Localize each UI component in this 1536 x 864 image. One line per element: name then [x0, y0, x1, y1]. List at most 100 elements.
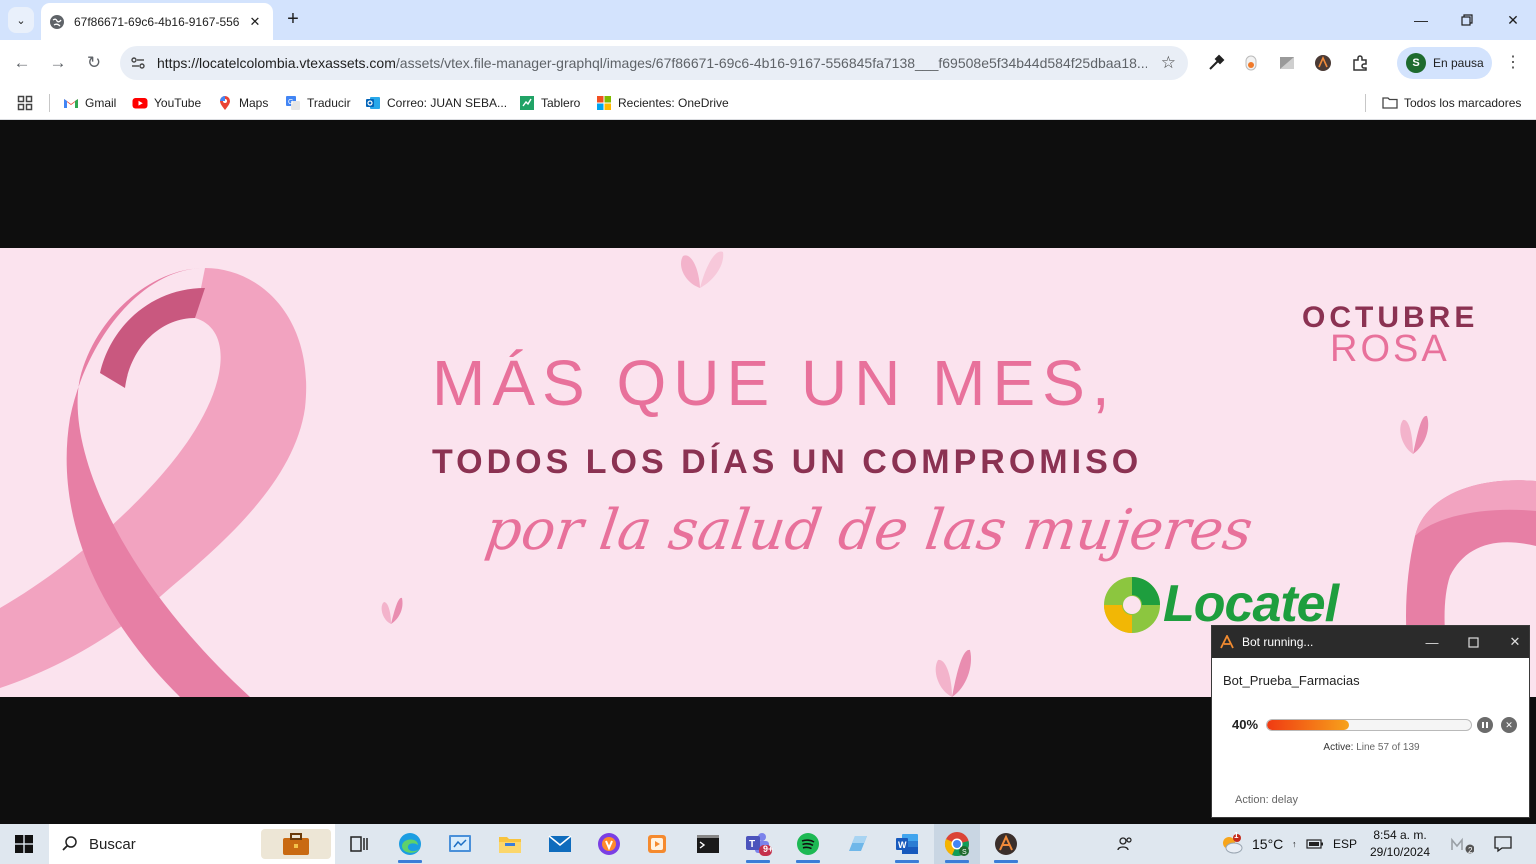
butterfly-icon [381, 597, 403, 624]
close-icon: ✕ [1505, 719, 1513, 730]
automation-extension-icon[interactable] [1312, 52, 1334, 74]
eyedropper-extension-icon[interactable] [1205, 52, 1227, 74]
butterfly-icon [1400, 415, 1429, 454]
minimize-window-button[interactable]: — [1406, 7, 1436, 33]
bookmark-correo[interactable]: Correo: JUAN SEBA... [365, 93, 507, 113]
weather-widget[interactable]: 1 15°C [1220, 824, 1283, 864]
running-indicator [895, 860, 919, 863]
profile-button[interactable]: S En pausa [1397, 47, 1492, 79]
running-indicator [994, 860, 1018, 863]
windows-icon [15, 835, 33, 853]
stop-bot-button[interactable]: ✕ [1501, 717, 1517, 733]
bookmark-maps[interactable]: Maps [217, 93, 268, 113]
close-tab-icon[interactable]: ✕ [247, 14, 263, 30]
teams-badge: 9+ [763, 844, 774, 854]
butterfly-icon [935, 649, 972, 697]
banner-script-text: por la salud de las mujeres [481, 498, 1257, 563]
bookmark-youtube[interactable]: YouTube [132, 93, 201, 113]
automation-icon[interactable] [983, 824, 1029, 864]
locatel-logo-icon [1104, 577, 1160, 633]
browser-toolbar: ← → ↻ https://locatelcolombia.vtexassets… [0, 40, 1536, 86]
forward-button[interactable]: → [45, 50, 71, 76]
reload-icon: ↻ [86, 53, 102, 72]
taskbar-clock[interactable]: 8:54 a. m. 29/10/2024 [1358, 827, 1442, 861]
arrow-right-icon: → [49, 53, 67, 72]
tray-overflow-icon[interactable]: ↑ [1292, 824, 1297, 864]
search-icon [62, 836, 77, 851]
mail-icon[interactable] [537, 824, 583, 864]
taskbar-widget-icon[interactable]: 2 [1450, 824, 1474, 864]
bookmark-onedrive[interactable]: Recientes: OneDrive [596, 93, 729, 113]
folder-icon [1382, 97, 1398, 109]
profile-status-label: En pausa [1433, 56, 1484, 70]
active-tab[interactable]: 67f86671-69c6-4b16-9167-556 ✕ [41, 3, 273, 40]
extensions-puzzle-icon[interactable] [1349, 52, 1371, 74]
svg-text:G: G [288, 99, 293, 106]
briefcase-icon[interactable] [261, 829, 331, 859]
close-window-button[interactable]: ✕ [1498, 7, 1528, 33]
file-explorer-icon[interactable] [487, 824, 533, 864]
bot-active-label: Active: [1323, 742, 1354, 753]
svg-text:T: T [749, 839, 755, 850]
restore-icon [1461, 14, 1473, 26]
running-indicator [746, 860, 770, 863]
task-view-icon[interactable] [336, 824, 382, 864]
bot-active-line: Active: Line 57 of 139 [1212, 742, 1531, 753]
address-bar[interactable]: https://locatelcolombia.vtexassets.com/a… [120, 46, 1188, 80]
maps-icon [220, 96, 230, 110]
bookmark-gmail[interactable]: Gmail [63, 93, 116, 113]
start-button[interactable] [0, 824, 48, 864]
extension-orange-icon[interactable] [1240, 52, 1262, 74]
bookmark-star-icon[interactable]: ☆ [1161, 53, 1176, 73]
weather-sun-cloud-icon [1223, 834, 1243, 854]
notifications-icon[interactable] [1494, 824, 1512, 864]
running-indicator [398, 860, 422, 863]
bookmark-traducir[interactable]: G Traducir [285, 93, 351, 113]
terminal-icon[interactable] [685, 824, 731, 864]
banner-subheadline: TODOS LOS DÍAS UN COMPROMISO [432, 443, 1143, 481]
chevron-down-icon: ⌄ [16, 14, 26, 27]
battery-icon[interactable] [1306, 824, 1324, 864]
restore-window-button[interactable] [1452, 7, 1482, 33]
pause-bot-button[interactable] [1477, 717, 1493, 733]
reload-button[interactable]: ↻ [81, 50, 107, 76]
media-player-icon[interactable] [634, 824, 680, 864]
spotify-icon[interactable] [785, 824, 831, 864]
people-icon[interactable] [1116, 824, 1134, 864]
bot-maximize-button[interactable] [1465, 634, 1481, 650]
browser-menu-icon[interactable]: ⋮ [1505, 52, 1521, 72]
edge-icon[interactable] [387, 824, 433, 864]
teams-icon[interactable]: T 9+ [735, 824, 781, 864]
bookmarks-bar: Gmail YouTube Maps G Traducir Correo: JU… [0, 86, 1536, 120]
back-button[interactable]: ← [9, 50, 35, 76]
bookmark-label: Recientes: OneDrive [618, 96, 729, 110]
extension-gray-icon[interactable] [1276, 52, 1298, 74]
all-bookmarks-button[interactable]: Todos los marcadores [1382, 93, 1521, 113]
snipping-icon[interactable] [835, 824, 881, 864]
taskbar: Buscar T 9+ W S 1 15°C ↑ ESP 8:54 a. m. … [0, 824, 1536, 864]
taskbar-search[interactable]: Buscar [49, 824, 335, 864]
new-tab-button[interactable]: + [282, 9, 304, 31]
bookmark-label: Traducir [307, 96, 351, 110]
bot-name: Bot_Prueba_Farmacias [1223, 673, 1360, 688]
language-label: ESP [1333, 837, 1358, 851]
arrow-left-icon: ← [13, 53, 31, 72]
automation-anywhere-icon [1220, 635, 1234, 649]
site-info-icon[interactable] [128, 53, 148, 73]
microsoft-icon [597, 96, 611, 110]
banner-headline: MÁS QUE UN MES, [432, 347, 1117, 419]
chrome-icon[interactable]: S [934, 824, 980, 864]
word-icon[interactable]: W [884, 824, 930, 864]
bot-close-button[interactable]: ✕ [1507, 634, 1523, 650]
brave-icon[interactable] [586, 824, 632, 864]
bot-window-titlebar[interactable]: Bot running... — ✕ [1212, 626, 1529, 658]
bot-minimize-button[interactable]: — [1424, 634, 1440, 650]
running-indicator [945, 860, 969, 863]
clock-time: 8:54 a. m. [1373, 828, 1427, 842]
tab-search-button[interactable]: ⌄ [8, 7, 34, 33]
control-panel-icon[interactable] [437, 824, 483, 864]
language-indicator[interactable]: ESP [1333, 824, 1357, 864]
bookmark-tablero[interactable]: Tablero [519, 93, 580, 113]
outlook-icon [366, 97, 380, 109]
apps-grid-icon[interactable] [17, 93, 33, 113]
